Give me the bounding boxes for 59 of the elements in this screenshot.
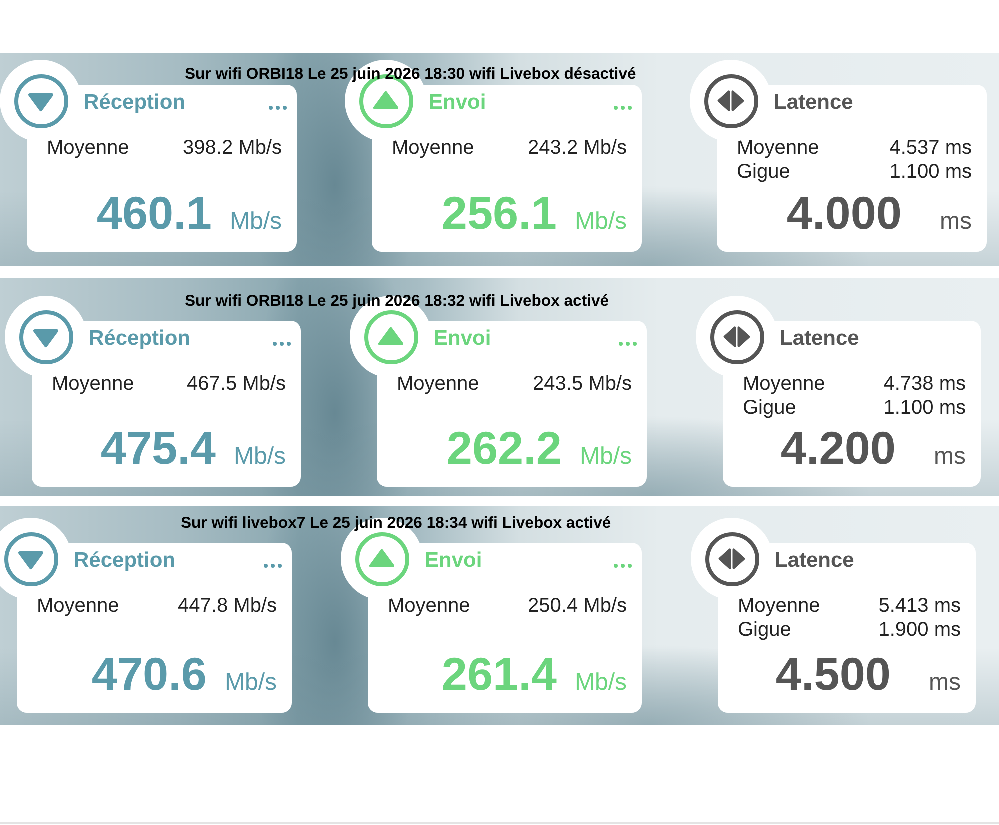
stat-value: 1.100 ms	[890, 160, 972, 184]
more-icon[interactable]	[614, 564, 632, 568]
stat-label: Moyenne	[743, 372, 826, 396]
card-title: Réception	[89, 326, 191, 352]
result-value: 256.1	[442, 189, 557, 237]
card-title: Envoi	[425, 548, 482, 574]
card-title: Envoi	[429, 90, 486, 116]
stat-value: 447.8 Mb/s	[178, 594, 277, 618]
result-unit: ms	[934, 443, 966, 470]
stat-value: 4.738 ms	[884, 372, 966, 396]
result-value: 460.1	[96, 189, 212, 237]
stat-value: 4.537 ms	[890, 136, 972, 160]
stat-label: Gigue	[737, 160, 790, 184]
stat-value: 5.413 ms	[878, 594, 961, 618]
result-value: 475.4	[100, 424, 216, 472]
stat-label: Moyenne	[388, 594, 470, 618]
result-value: 4.000	[786, 189, 902, 237]
stat-label: Gigue	[738, 618, 792, 642]
result-value: 261.4	[442, 650, 557, 698]
card-title: Latence	[775, 548, 854, 574]
stat-label: Moyenne	[738, 594, 820, 618]
card-title: Latence	[774, 90, 854, 116]
more-icon[interactable]	[619, 342, 637, 346]
result-value: 4.200	[780, 424, 896, 472]
result-value: 470.6	[92, 650, 207, 698]
card-title: Latence	[780, 326, 860, 352]
more-icon[interactable]	[614, 106, 632, 110]
result-value: 262.2	[446, 424, 562, 472]
stat-label: Moyenne	[47, 136, 130, 160]
result-unit: Mb/s	[580, 443, 632, 470]
stat-value: 250.4 Mb/s	[528, 594, 627, 618]
stat-value: 467.5 Mb/s	[187, 372, 286, 396]
card-title: Réception	[74, 548, 176, 574]
stat-label: Moyenne	[52, 372, 134, 396]
card-title: Réception	[84, 90, 186, 116]
result-unit: Mb/s	[574, 208, 627, 235]
result-unit: Mb/s	[234, 443, 286, 470]
stat-label: Moyenne	[392, 136, 474, 160]
result-value: 4.500	[776, 650, 891, 698]
more-icon[interactable]	[273, 342, 291, 346]
stat-value: 1.900 ms	[878, 618, 961, 642]
card-title: Envoi	[434, 326, 492, 352]
stat-value: 243.5 Mb/s	[533, 372, 632, 396]
result-unit: Mb/s	[224, 669, 277, 696]
result-unit: ms	[929, 669, 961, 696]
stat-value: 243.2 Mb/s	[528, 136, 627, 160]
stat-value: 398.2 Mb/s	[183, 136, 282, 160]
more-icon[interactable]	[264, 564, 282, 568]
stat-label: Moyenne	[737, 136, 820, 160]
stat-value: 1.100 ms	[884, 396, 966, 420]
result-unit: ms	[940, 208, 972, 235]
panel-caption: Sur wifi livebox7 Le 25 juin 2026 18:34 wifi Livebox activé	[181, 516, 612, 532]
result-unit: Mb/s	[230, 208, 282, 235]
panel-caption: Sur wifi ORBI18 Le 25 juin 2026 18:30 wifi Livebox désactivé	[185, 67, 636, 83]
more-icon[interactable]	[269, 106, 287, 110]
stat-label: Moyenne	[397, 372, 480, 396]
result-unit: Mb/s	[574, 669, 627, 696]
stat-label: Moyenne	[37, 594, 120, 618]
stat-label: Gigue	[743, 396, 796, 420]
